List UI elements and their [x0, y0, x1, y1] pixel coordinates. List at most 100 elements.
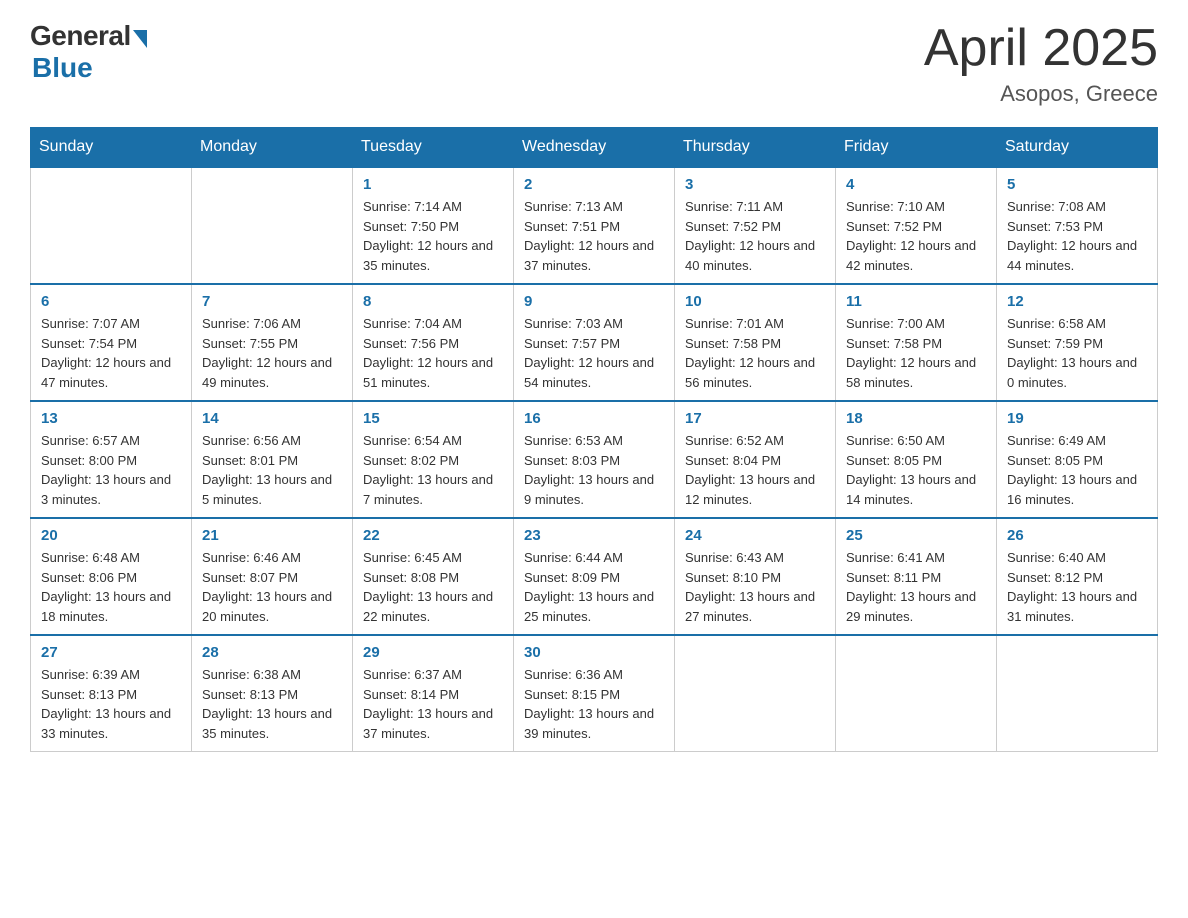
day-info: Sunrise: 7:03 AMSunset: 7:57 PMDaylight:… [524, 314, 664, 392]
day-number: 21 [202, 527, 342, 544]
calendar-cell: 4Sunrise: 7:10 AMSunset: 7:52 PMDaylight… [836, 167, 997, 284]
day-number: 19 [1007, 410, 1147, 427]
day-info: Sunrise: 7:11 AMSunset: 7:52 PMDaylight:… [685, 197, 825, 275]
calendar-week-row: 27 Sunrise: 6:39 AMSunset: 8:13 PMDayligh… [31, 635, 1158, 752]
logo-general-text: General [30, 20, 131, 52]
calendar-cell: 17 Sunrise: 6:52 AMSunset: 8:04 PMDayligh… [675, 401, 836, 518]
calendar-cell: 18 Sunrise: 6:50 AMSunset: 8:05 PMDayligh… [836, 401, 997, 518]
calendar-cell: 15 Sunrise: 6:54 AMSunset: 8:02 PMDayligh… [353, 401, 514, 518]
logo-blue-text: Blue [32, 52, 93, 84]
calendar-cell: 16 Sunrise: 6:53 AMSunset: 8:03 PMDayligh… [514, 401, 675, 518]
day-info: Sunrise: 7:06 AMSunset: 7:55 PMDaylight:… [202, 314, 342, 392]
day-number: 29 [363, 644, 503, 661]
calendar-header-row: SundayMondayTuesdayWednesdayThursdayFrid… [31, 128, 1158, 168]
calendar-cell [192, 167, 353, 284]
calendar-cell: 6 Sunrise: 7:07 AMSunset: 7:54 PMDaylight… [31, 284, 192, 401]
calendar-cell: 30 Sunrise: 6:36 AMSunset: 8:15 PMDayligh… [514, 635, 675, 752]
calendar-header-thursday: Thursday [675, 128, 836, 168]
day-number: 27 [41, 644, 181, 661]
day-info: Sunrise: 6:56 AMSunset: 8:01 PMDaylight:… [202, 431, 342, 509]
calendar-cell: 5Sunrise: 7:08 AMSunset: 7:53 PMDaylight… [997, 167, 1158, 284]
day-info: Sunrise: 7:10 AMSunset: 7:52 PMDaylight:… [846, 197, 986, 275]
day-info: Sunrise: 6:38 AMSunset: 8:13 PMDaylight:… [202, 665, 342, 743]
day-info: Sunrise: 6:52 AMSunset: 8:04 PMDaylight:… [685, 431, 825, 509]
day-number: 17 [685, 410, 825, 427]
day-number: 13 [41, 410, 181, 427]
calendar-cell: 25 Sunrise: 6:41 AMSunset: 8:11 PMDayligh… [836, 518, 997, 635]
calendar-cell: 10Sunrise: 7:01 AMSunset: 7:58 PMDayligh… [675, 284, 836, 401]
title-section: April 2025 Asopos, Greece [924, 20, 1158, 107]
calendar-cell: 2 Sunrise: 7:13 AMSunset: 7:51 PMDaylight… [514, 167, 675, 284]
day-number: 23 [524, 527, 664, 544]
calendar-cell: 14Sunrise: 6:56 AMSunset: 8:01 PMDayligh… [192, 401, 353, 518]
day-info: Sunrise: 6:58 AMSunset: 7:59 PMDaylight:… [1007, 314, 1147, 392]
calendar-cell: 29 Sunrise: 6:37 AMSunset: 8:14 PMDayligh… [353, 635, 514, 752]
day-number: 16 [524, 410, 664, 427]
calendar-header-saturday: Saturday [997, 128, 1158, 168]
day-number: 1 [363, 176, 503, 193]
calendar-cell: 7Sunrise: 7:06 AMSunset: 7:55 PMDaylight… [192, 284, 353, 401]
day-number: 22 [363, 527, 503, 544]
day-number: 9 [524, 293, 664, 310]
calendar-cell: 21 Sunrise: 6:46 AMSunset: 8:07 PMDayligh… [192, 518, 353, 635]
calendar-cell: 3 Sunrise: 7:11 AMSunset: 7:52 PMDaylight… [675, 167, 836, 284]
logo-arrow-icon [133, 30, 147, 48]
calendar-week-row: 6 Sunrise: 7:07 AMSunset: 7:54 PMDaylight… [31, 284, 1158, 401]
calendar-header-sunday: Sunday [31, 128, 192, 168]
day-number: 20 [41, 527, 181, 544]
day-number: 25 [846, 527, 986, 544]
day-info: Sunrise: 6:40 AMSunset: 8:12 PMDaylight:… [1007, 548, 1147, 626]
day-number: 26 [1007, 527, 1147, 544]
day-info: Sunrise: 6:53 AMSunset: 8:03 PMDaylight:… [524, 431, 664, 509]
day-info: Sunrise: 6:41 AMSunset: 8:11 PMDaylight:… [846, 548, 986, 626]
day-number: 11 [846, 293, 986, 310]
day-info: Sunrise: 7:08 AMSunset: 7:53 PMDaylight:… [1007, 197, 1147, 275]
day-number: 8 [363, 293, 503, 310]
day-info: Sunrise: 7:01 AMSunset: 7:58 PMDaylight:… [685, 314, 825, 392]
day-info: Sunrise: 6:36 AMSunset: 8:15 PMDaylight:… [524, 665, 664, 743]
calendar-week-row: 13 Sunrise: 6:57 AMSunset: 8:00 PMDayligh… [31, 401, 1158, 518]
day-info: Sunrise: 7:13 AMSunset: 7:51 PMDaylight:… [524, 197, 664, 275]
day-number: 24 [685, 527, 825, 544]
day-info: Sunrise: 7:14 AMSunset: 7:50 PMDaylight:… [363, 197, 503, 275]
day-info: Sunrise: 7:07 AMSunset: 7:54 PMDaylight:… [41, 314, 181, 392]
day-info: Sunrise: 6:54 AMSunset: 8:02 PMDaylight:… [363, 431, 503, 509]
calendar-cell: 28 Sunrise: 6:38 AMSunset: 8:13 PMDayligh… [192, 635, 353, 752]
calendar-cell: 20 Sunrise: 6:48 AMSunset: 8:06 PMDayligh… [31, 518, 192, 635]
day-info: Sunrise: 6:57 AMSunset: 8:00 PMDaylight:… [41, 431, 181, 509]
calendar-cell: 11Sunrise: 7:00 AMSunset: 7:58 PMDayligh… [836, 284, 997, 401]
day-number: 18 [846, 410, 986, 427]
day-info: Sunrise: 6:46 AMSunset: 8:07 PMDaylight:… [202, 548, 342, 626]
calendar-cell: 8 Sunrise: 7:04 AMSunset: 7:56 PMDaylight… [353, 284, 514, 401]
day-info: Sunrise: 6:48 AMSunset: 8:06 PMDaylight:… [41, 548, 181, 626]
calendar-subtitle: Asopos, Greece [924, 81, 1158, 107]
calendar-header-wednesday: Wednesday [514, 128, 675, 168]
day-number: 28 [202, 644, 342, 661]
calendar-table: SundayMondayTuesdayWednesdayThursdayFrid… [30, 127, 1158, 752]
calendar-week-row: 20 Sunrise: 6:48 AMSunset: 8:06 PMDayligh… [31, 518, 1158, 635]
day-info: Sunrise: 6:50 AMSunset: 8:05 PMDaylight:… [846, 431, 986, 509]
page-header: General Blue April 2025 Asopos, Greece [30, 20, 1158, 107]
calendar-cell: 13 Sunrise: 6:57 AMSunset: 8:00 PMDayligh… [31, 401, 192, 518]
day-info: Sunrise: 6:45 AMSunset: 8:08 PMDaylight:… [363, 548, 503, 626]
calendar-cell [997, 635, 1158, 752]
calendar-cell: 22 Sunrise: 6:45 AMSunset: 8:08 PMDayligh… [353, 518, 514, 635]
calendar-cell [675, 635, 836, 752]
calendar-cell: 1 Sunrise: 7:14 AMSunset: 7:50 PMDaylight… [353, 167, 514, 284]
calendar-cell: 24 Sunrise: 6:43 AMSunset: 8:10 PMDayligh… [675, 518, 836, 635]
day-info: Sunrise: 6:44 AMSunset: 8:09 PMDaylight:… [524, 548, 664, 626]
calendar-header-tuesday: Tuesday [353, 128, 514, 168]
calendar-cell: 19 Sunrise: 6:49 AMSunset: 8:05 PMDayligh… [997, 401, 1158, 518]
calendar-cell [836, 635, 997, 752]
day-info: Sunrise: 6:43 AMSunset: 8:10 PMDaylight:… [685, 548, 825, 626]
day-number: 6 [41, 293, 181, 310]
day-number: 15 [363, 410, 503, 427]
day-info: Sunrise: 7:04 AMSunset: 7:56 PMDaylight:… [363, 314, 503, 392]
day-info: Sunrise: 6:39 AMSunset: 8:13 PMDaylight:… [41, 665, 181, 743]
day-number: 30 [524, 644, 664, 661]
day-number: 2 [524, 176, 664, 193]
day-number: 3 [685, 176, 825, 193]
day-info: Sunrise: 6:37 AMSunset: 8:14 PMDaylight:… [363, 665, 503, 743]
calendar-title: April 2025 [924, 20, 1158, 77]
day-info: Sunrise: 6:49 AMSunset: 8:05 PMDaylight:… [1007, 431, 1147, 509]
